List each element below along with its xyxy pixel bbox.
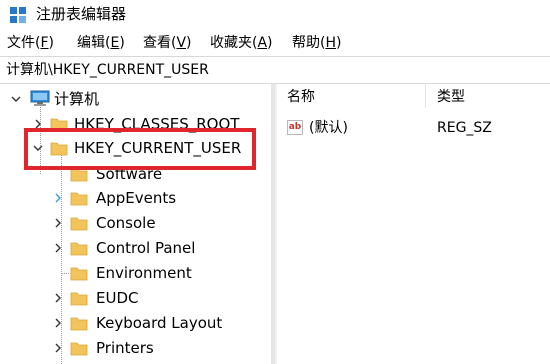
chevron-down-icon[interactable] [10, 92, 22, 106]
tree-item-label: HKEY_CURRENT_USER [74, 139, 242, 157]
tree-item-hkey-classes-root[interactable]: HKEY_CLASSES_ROOT [0, 112, 271, 137]
folder-open-icon [50, 142, 68, 156]
tree-item-printers[interactable]: Printers [0, 336, 271, 361]
window-title: 注册表编辑器 [36, 5, 127, 23]
menu-favorites[interactable]: 收藏夹(A) [210, 33, 273, 53]
folder-icon [70, 217, 88, 231]
chevron-down-icon[interactable] [32, 141, 44, 155]
tree-item-label: Printers [96, 339, 154, 357]
tree-item-label: HKEY_CLASSES_ROOT [74, 115, 240, 133]
tree-item-appevents[interactable]: AppEvents [0, 186, 271, 211]
tree-item-environment[interactable]: Environment [0, 261, 271, 286]
chevron-right-icon[interactable] [32, 117, 44, 131]
chevron-right-icon[interactable] [52, 291, 64, 305]
values-list: 名称 类型 ab (默认) REG_SZ [277, 84, 550, 364]
value-type: REG_SZ [437, 120, 492, 136]
tree-item-hkey-current-user[interactable]: HKEY_CURRENT_USER [0, 136, 271, 161]
computer-icon [30, 90, 50, 106]
tree-item-control-panel[interactable]: Control Panel [0, 236, 271, 261]
chevron-right-icon[interactable] [52, 216, 64, 230]
folder-icon [70, 168, 88, 182]
folder-icon [70, 292, 88, 306]
menu-edit[interactable]: 编辑(E) [77, 33, 125, 53]
tree-item-computer[interactable]: 计算机 [0, 87, 271, 112]
tree-item-label: Software [96, 165, 163, 183]
tree-item-label: AppEvents [96, 189, 177, 207]
chevron-right-icon[interactable] [52, 191, 64, 205]
address-path: 计算机\HKEY_CURRENT_USER [6, 62, 209, 78]
folder-icon [70, 192, 88, 206]
tree-item-console[interactable]: Console [0, 211, 271, 236]
column-divider[interactable] [425, 84, 426, 108]
tree-item-label: Control Panel [96, 239, 196, 257]
folder-icon [70, 317, 88, 331]
menu-view[interactable]: 查看(V) [143, 33, 192, 53]
string-value-icon: ab [287, 120, 303, 135]
tree-item-label: 计算机 [54, 90, 100, 108]
chevron-right-icon[interactable] [52, 341, 64, 355]
tree-item-keyboard-layout[interactable]: Keyboard Layout [0, 311, 271, 336]
key-tree: 计算机 HKEY_CLASSES_ROOT HKEY_CURRENT_USER … [0, 84, 271, 364]
tree-item-label: Environment [96, 264, 192, 282]
folder-icon [70, 242, 88, 256]
value-row[interactable]: ab (默认) REG_SZ [277, 117, 550, 139]
value-name: (默认) [309, 120, 348, 136]
chevron-right-icon[interactable] [52, 241, 64, 255]
regedit-icon [10, 7, 26, 23]
tree-item-software[interactable]: Software [0, 162, 271, 187]
tree-item-label: Console [96, 214, 156, 232]
folder-icon [70, 267, 88, 281]
menu-file[interactable]: 文件(F) [7, 33, 54, 53]
tree-item-eudc[interactable]: EUDC [0, 286, 271, 311]
column-header-name[interactable]: 名称 [287, 86, 315, 108]
menu-help[interactable]: 帮助(H) [292, 33, 341, 53]
column-header-type[interactable]: 类型 [437, 86, 465, 108]
tree-item-label: Keyboard Layout [96, 314, 223, 332]
folder-icon [70, 342, 88, 356]
menu-bar: 文件(F) 编辑(E) 查看(V) 收藏夹(A) 帮助(H) [0, 30, 550, 56]
tree-item-label: EUDC [96, 289, 139, 307]
folder-icon [50, 118, 68, 132]
chevron-right-icon[interactable] [52, 316, 64, 330]
address-bar[interactable]: 计算机\HKEY_CURRENT_USER [0, 56, 550, 84]
title-bar: 注册表编辑器 [0, 0, 550, 30]
